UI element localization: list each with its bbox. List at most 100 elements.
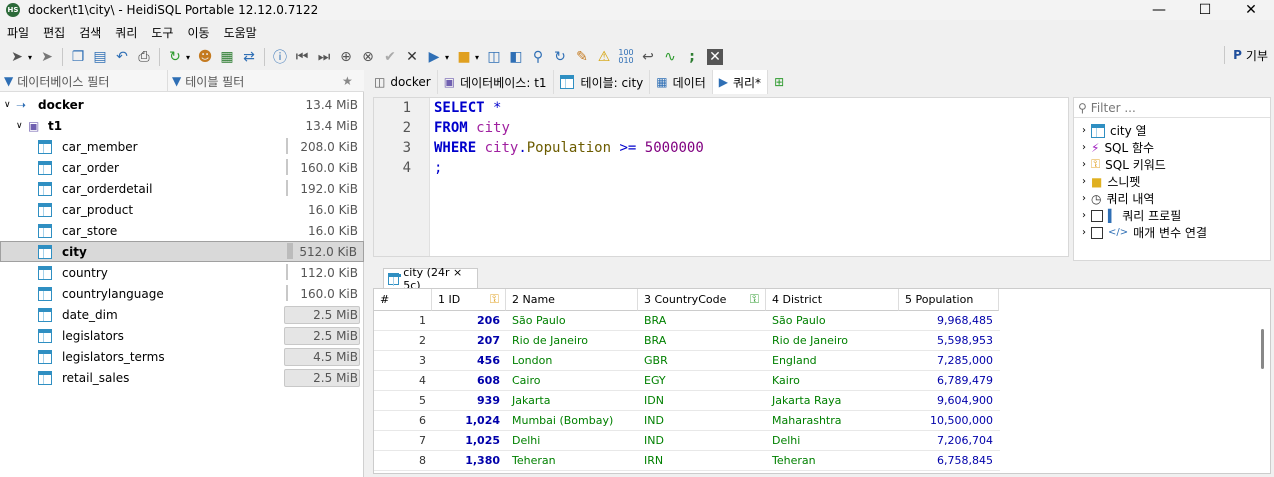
query-profile-checkbox[interactable] <box>1091 209 1103 222</box>
expand-arrow-icon[interactable]: › <box>1082 176 1086 187</box>
donate-button[interactable]: 기부 <box>1246 47 1268 64</box>
cell-population[interactable]: 9,604,900 <box>899 391 999 411</box>
helper-item-columns[interactable]: › city 열 <box>1082 122 1147 139</box>
helper-item-sql-functions[interactable]: › ⚡ SQL 함수 <box>1082 139 1154 156</box>
expand-arrow-icon[interactable]: › <box>1082 159 1086 170</box>
cell-id[interactable]: 939 <box>432 391 506 411</box>
menu-go[interactable]: 이동 <box>180 24 216 41</box>
expand-arrow-icon[interactable]: › <box>1082 193 1086 204</box>
tab-host[interactable]: ◫ docker <box>368 70 438 94</box>
cell-population[interactable]: 7,206,704 <box>899 431 999 451</box>
save-snippet-icon[interactable]: ◧ <box>505 46 527 68</box>
cell-name[interactable]: Rio de Janeiro <box>506 331 638 351</box>
tree-server-docker[interactable]: ∨ ➝ docker 13.4 MiB <box>0 94 364 115</box>
vertical-scrollbar[interactable] <box>1261 329 1264 369</box>
cell-countrycode[interactable]: IDN <box>638 391 766 411</box>
cell-id[interactable]: 456 <box>432 351 506 371</box>
disconnect-icon[interactable]: ➤ <box>36 46 58 68</box>
cell-countrycode[interactable]: BRA <box>638 331 766 351</box>
column-header-countrycode[interactable]: 3 CountryCode ⚿ <box>638 289 766 311</box>
help-icon[interactable]: ⓘ <box>269 46 291 68</box>
transfer-icon[interactable]: ⇄ <box>238 46 260 68</box>
table-filter-input[interactable]: ▼ 테이블 필터 <box>168 70 338 92</box>
execute-query-icon[interactable]: ▶ <box>423 46 445 68</box>
collapse-arrow-icon[interactable]: ∨ <box>16 121 28 131</box>
export-sql-icon[interactable]: ▦ <box>216 46 238 68</box>
cell-countrycode[interactable]: GBR <box>638 351 766 371</box>
stop-icon[interactable]: ✕ <box>707 49 723 65</box>
tree-table-legislators[interactable]: legislators 2.5 MiB <box>0 325 364 346</box>
copy-icon[interactable]: ❐ <box>67 46 89 68</box>
column-header-rownum[interactable]: # <box>374 289 432 311</box>
open-file-dropdown-icon[interactable]: ▾ <box>475 53 483 62</box>
expand-arrow-icon[interactable]: › <box>1082 210 1086 221</box>
connect-dropdown-icon[interactable]: ▾ <box>28 53 36 62</box>
cell-name[interactable]: Teheran <box>506 451 638 471</box>
table-row[interactable]: 4 608 Cairo EGY Kairo 6,789,479 <box>374 371 1000 391</box>
maximize-icon[interactable]: ☐ <box>1182 0 1228 20</box>
helper-filter-input[interactable]: ⚲ Filter ... <box>1074 98 1270 118</box>
collapse-arrow-icon[interactable]: ∨ <box>4 100 16 110</box>
user-manager-icon[interactable]: ☻ <box>194 46 216 68</box>
binary-icon[interactable]: 100 010 <box>615 46 637 68</box>
tree-database-t1[interactable]: ∨ ▣ t1 13.4 MiB <box>0 115 364 136</box>
tree-table-car-product[interactable]: car_product 16.0 KiB <box>0 199 364 220</box>
tree-table-car-order[interactable]: car_order 160.0 KiB <box>0 157 364 178</box>
menu-query[interactable]: 쿼리 <box>108 24 144 41</box>
menu-file[interactable]: 파일 <box>0 24 36 41</box>
cell-district[interactable]: Maharashtra <box>766 411 899 431</box>
cell-name[interactable]: São Paulo <box>506 311 638 331</box>
result-grid[interactable]: # 1 ID ⚿ 2 Name 3 CountryCode ⚿ 4 District… <box>373 288 1271 474</box>
table-row[interactable]: 8 1,380 Teheran IRN Teheran 6,758,845 <box>374 451 1000 471</box>
last-record-icon[interactable]: ⏭ <box>313 46 335 68</box>
menu-tools[interactable]: 도구 <box>144 24 180 41</box>
minimize-icon[interactable]: — <box>1136 0 1182 20</box>
tab-data[interactable]: ▦ 데이터 <box>650 70 713 94</box>
expand-arrow-icon[interactable]: › <box>1082 227 1086 238</box>
cell-id[interactable]: 206 <box>432 311 506 331</box>
cell-name[interactable]: Mumbai (Bombay) <box>506 411 638 431</box>
tree-table-countrylanguage[interactable]: countrylanguage 160.0 KiB <box>0 283 364 304</box>
refresh-icon[interactable]: ↻ <box>164 46 186 68</box>
cancel-icon[interactable]: ✕ <box>401 46 423 68</box>
tree-table-car-orderdetail[interactable]: car_orderdetail 192.0 KiB <box>0 178 364 199</box>
expand-arrow-icon[interactable]: › <box>1082 125 1086 136</box>
refresh-dropdown-icon[interactable]: ▾ <box>186 53 194 62</box>
cell-countrycode[interactable]: IND <box>638 411 766 431</box>
cell-district[interactable]: Kairo <box>766 371 899 391</box>
database-filter-input[interactable]: ▼ 데이터베이스 필터 <box>0 70 168 92</box>
bind-params-checkbox[interactable] <box>1091 226 1103 239</box>
tree-table-retail-sales[interactable]: retail_sales 2.5 MiB <box>0 367 364 388</box>
warning-icon[interactable]: ⚠ <box>593 46 615 68</box>
menu-edit[interactable]: 편집 <box>36 24 72 41</box>
cell-population[interactable]: 5,598,953 <box>899 331 999 351</box>
cell-id[interactable]: 608 <box>432 371 506 391</box>
close-icon[interactable]: ✕ <box>1228 0 1274 20</box>
cell-district[interactable]: Rio de Janeiro <box>766 331 899 351</box>
tab-query[interactable]: ▶ 쿼리* <box>712 70 769 94</box>
cell-population[interactable]: 6,758,845 <box>899 451 999 471</box>
find-icon[interactable]: ⚲ <box>527 46 549 68</box>
tree-table-legislators-terms[interactable]: legislators_terms 4.5 MiB <box>0 346 364 367</box>
sql-editor[interactable]: 1 2 3 4 SELECT * FROM city WHERE city.Po… <box>373 97 1069 257</box>
first-record-icon[interactable]: ⏮ <box>291 46 313 68</box>
cell-name[interactable]: Jakarta <box>506 391 638 411</box>
table-row[interactable]: 6 1,024 Mumbai (Bombay) IND Maharashtra … <box>374 411 1000 431</box>
format-sql-icon[interactable]: ∿ <box>659 46 681 68</box>
favorite-star-icon[interactable]: ★ <box>338 70 364 92</box>
cell-id[interactable]: 1,024 <box>432 411 506 431</box>
column-header-name[interactable]: 2 Name <box>506 289 638 311</box>
cell-population[interactable]: 9,968,485 <box>899 311 999 331</box>
cell-district[interactable]: Teheran <box>766 451 899 471</box>
cell-id[interactable]: 1,380 <box>432 451 506 471</box>
helper-item-query-profile[interactable]: › ▍ 쿼리 프로필 <box>1082 207 1181 224</box>
cell-population[interactable]: 10,500,000 <box>899 411 999 431</box>
menu-search[interactable]: 검색 <box>72 24 108 41</box>
tree-table-car-member[interactable]: car_member 208.0 KiB <box>0 136 364 157</box>
cell-district[interactable]: England <box>766 351 899 371</box>
undo-icon[interactable]: ↶ <box>111 46 133 68</box>
cell-district[interactable]: Delhi <box>766 431 899 451</box>
cell-countrycode[interactable]: EGY <box>638 371 766 391</box>
cell-id[interactable]: 207 <box>432 331 506 351</box>
tree-table-car-store[interactable]: car_store 16.0 KiB <box>0 220 364 241</box>
